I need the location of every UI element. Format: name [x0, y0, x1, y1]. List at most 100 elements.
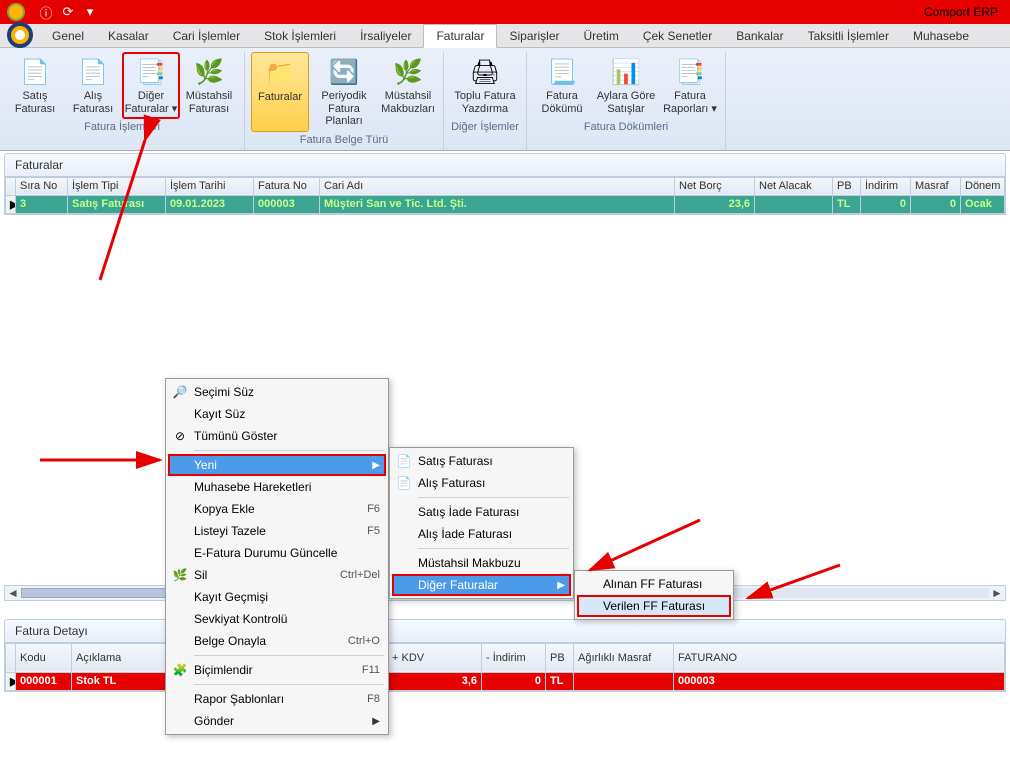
menu-muhasebe[interactable]: Muhasebe [901, 24, 981, 47]
menu-item[interactable]: ⊘Tümünü Göster [168, 425, 386, 447]
col-header[interactable]: Net Borç [675, 177, 755, 195]
ribbon-dokum[interactable]: 📃FaturaDökümü [533, 52, 591, 119]
menu-taksitli-i̇şlemler[interactable]: Taksitli İşlemler [796, 24, 901, 47]
submenu-arrow-icon: ▶ [372, 716, 380, 727]
menu-üretim[interactable]: Üretim [572, 24, 631, 47]
menu-item[interactable]: 📄Alış Faturası [392, 472, 571, 494]
menu-item[interactable]: Diğer Faturalar▶ [392, 574, 571, 596]
menu-item[interactable]: Belge OnaylaCtrl+O [168, 630, 386, 652]
col-header[interactable]: İndirim [861, 177, 911, 195]
menu-siparişler[interactable]: Siparişler [497, 24, 571, 47]
menu-item-icon: 🧩 [172, 662, 188, 678]
col-header[interactable]: Ağırlıklı Masraf [574, 643, 674, 672]
menu-bankalar[interactable]: Bankalar [724, 24, 795, 47]
menu-item-icon: 🔎 [172, 384, 188, 400]
shield-icon[interactable]: ▾ [82, 4, 98, 20]
col-header[interactable]: İşlem Tipi [68, 177, 166, 195]
menu-çek-senetler[interactable]: Çek Senetler [631, 24, 724, 47]
col-header[interactable]: Cari Adı [320, 177, 675, 195]
menu-item[interactable]: Gönder▶ [168, 710, 386, 732]
menu-item-icon: 📄 [396, 475, 412, 491]
menu-item[interactable]: Alınan FF Faturası [577, 573, 731, 595]
grid1[interactable]: Sıra Noİşlem Tipiİşlem TarihiFatura NoCa… [4, 176, 1006, 215]
menu-item[interactable]: 🧩BiçimlendirF11 [168, 659, 386, 681]
col-header[interactable]: Masraf [911, 177, 961, 195]
menu-genel[interactable]: Genel [40, 24, 96, 47]
menu-item[interactable]: Verilen FF Faturası [577, 595, 731, 617]
menu-item[interactable]: Kayıt Süz [168, 403, 386, 425]
menu-item[interactable]: Muhasebe Hareketleri [168, 476, 386, 498]
menu-cari-i̇şlemler[interactable]: Cari İşlemler [161, 24, 252, 47]
toplu-icon: 🖨 [469, 56, 501, 88]
title-bar: ⓘ ⟳ ▾ Comport ERP [0, 0, 1010, 24]
refresh-icon[interactable]: ⟳ [60, 4, 76, 20]
col-header[interactable]: Sıra No [16, 177, 68, 195]
menu-item-icon: 🌿 [172, 567, 188, 583]
menu-faturalar[interactable]: Faturalar [423, 24, 497, 48]
diger-icon: 📑 [135, 56, 167, 88]
menu-kasalar[interactable]: Kasalar [96, 24, 161, 47]
menu-item[interactable]: 🌿SilCtrl+Del [168, 564, 386, 586]
table-row[interactable]: ▶ 000001 Stok TL 1 20 20 3,6 0 TL 000003 [6, 672, 1005, 690]
col-header[interactable]: Net Alacak [755, 177, 833, 195]
satis-icon: 📄 [19, 56, 51, 88]
col-header[interactable]: Dönem [961, 177, 1005, 195]
submenu-arrow-icon: ▶ [557, 580, 565, 591]
menu-item[interactable]: Müstahsil Makbuzu [392, 552, 571, 574]
ribbon-toplu[interactable]: 🖨Toplu FaturaYazdırma [450, 52, 520, 119]
ribbon-must[interactable]: 🌿MüstahsilFaturası [180, 52, 238, 119]
col-header[interactable]: PB [546, 643, 574, 672]
qat-icon [6, 2, 26, 22]
table-row[interactable]: ▶ 3 Satış Faturası 09.01.2023 000003 Müş… [6, 195, 1005, 213]
context-menu[interactable]: 🔎Seçimi SüzKayıt Süz⊘Tümünü Göster Yeni▶M… [165, 378, 389, 735]
scroll-right-icon[interactable]: ► [989, 586, 1005, 600]
menu-item-icon: ⊘ [172, 428, 188, 444]
ribbon-alis[interactable]: 📄AlışFaturası [64, 52, 122, 119]
grid2[interactable]: KoduAçıklamaÇıkan MiktarBirim FiyatTopla… [4, 642, 1006, 692]
app-logo[interactable] [4, 24, 36, 46]
ribbon-group-label: Diğer İşlemler [450, 119, 520, 137]
menu-item-icon: 📄 [396, 453, 412, 469]
menu-item[interactable]: Yeni▶ [168, 454, 386, 476]
ribbon-diger[interactable]: 📑DiğerFaturalar ▾ [122, 52, 180, 119]
ribbon-mustmak[interactable]: 🌿MüstahsilMakbuzları [379, 52, 437, 132]
menu-item[interactable]: Rapor ŞablonlarıF8 [168, 688, 386, 710]
col-header[interactable]: Fatura No [254, 177, 320, 195]
context-submenu-2[interactable]: Alınan FF FaturasıVerilen FF Faturası [574, 570, 734, 620]
menu-stok-i̇şlemleri[interactable]: Stok İşlemleri [252, 24, 348, 47]
menu-i̇rsaliyeler[interactable]: İrsaliyeler [348, 24, 423, 47]
menu-item[interactable]: 🔎Seçimi Süz [168, 381, 386, 403]
menu-item[interactable]: Listeyi TazeleF5 [168, 520, 386, 542]
menu-item[interactable]: Alış İade Faturası [392, 523, 571, 545]
menu-item[interactable]: Satış İade Faturası [392, 501, 571, 523]
col-header[interactable]: İşlem Tarihi [166, 177, 254, 195]
ribbon-satis[interactable]: 📄SatışFaturası [6, 52, 64, 119]
ribbon: 📄SatışFaturası📄AlışFaturası📑DiğerFatural… [0, 48, 1010, 151]
col-header[interactable]: - İndirim [482, 643, 546, 672]
col-header[interactable]: PB [833, 177, 861, 195]
col-header[interactable]: Açıklama [72, 643, 166, 672]
col-header[interactable]: + KDV [388, 643, 482, 672]
info-icon[interactable]: ⓘ [38, 4, 54, 20]
ribbon-periyodik[interactable]: 🔄PeriyodikFatura Planları [309, 52, 379, 132]
dokum-icon: 📃 [546, 56, 578, 88]
ribbon-group-label: Fatura Dökümleri [533, 119, 719, 137]
ribbon-group-label: Fatura İşlemleri [6, 119, 238, 137]
ribbon-aylara[interactable]: 📊Aylara GöreSatışlar [591, 52, 661, 119]
submenu-arrow-icon: ▶ [372, 460, 380, 471]
menu-item[interactable]: E-Fatura Durumu Güncelle [168, 542, 386, 564]
col-header[interactable]: FATURANO [674, 643, 1005, 672]
col-header[interactable]: Kodu [16, 643, 72, 672]
mustmak-icon: 🌿 [392, 56, 424, 88]
ribbon-raporlar[interactable]: 📑FaturaRaporları ▾ [661, 52, 719, 119]
menu-item[interactable]: 📄Satış Faturası [392, 450, 571, 472]
context-submenu-1[interactable]: 📄Satış Faturası📄Alış Faturası Satış İade … [389, 447, 574, 599]
periyodik-icon: 🔄 [328, 56, 360, 88]
ribbon-faturalar[interactable]: 📁Faturalar [251, 52, 309, 132]
menu-item[interactable]: Kopya EkleF6 [168, 498, 386, 520]
raporlar-icon: 📑 [674, 56, 706, 88]
scroll-left-icon[interactable]: ◄ [5, 586, 21, 600]
grid2-title: Fatura Detayı [4, 619, 1006, 642]
menu-item[interactable]: Sevkiyat Kontrolü [168, 608, 386, 630]
menu-item[interactable]: Kayıt Geçmişi [168, 586, 386, 608]
